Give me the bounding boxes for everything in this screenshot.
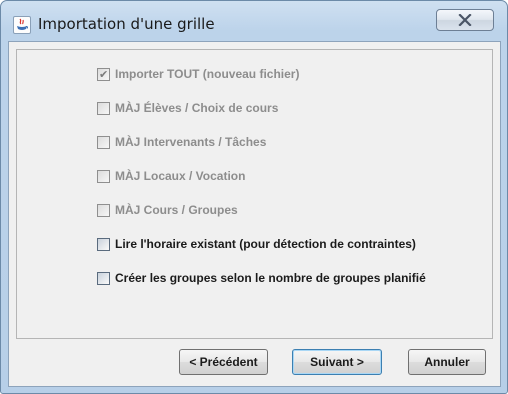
option-label: MÀJ Intervenants / Tâches [115,135,267,149]
option-label[interactable]: Lire l'horaire existant (pour détection … [115,237,416,251]
checkbox-update-students [97,101,110,115]
option-label[interactable]: Créer les groupes selon le nombre de gro… [115,271,426,285]
checkbox-import-all: ✔ [97,67,110,81]
option-label: MÀJ Élèves / Choix de cours [115,101,279,115]
title-bar[interactable]: Importation d'une grille [1,1,507,41]
cancel-button[interactable]: Annuler [408,349,486,375]
option-update-staff: MÀJ Intervenants / Tâches [97,133,266,151]
option-read-schedule[interactable]: Lire l'horaire existant (pour détection … [97,235,416,253]
previous-button[interactable]: < Précédent [179,349,268,375]
next-button[interactable]: Suivant > [292,349,382,375]
checkbox-update-rooms [97,169,110,183]
option-update-courses: MÀJ Cours / Groupes [97,201,238,219]
option-create-groups[interactable]: Créer les groupes selon le nombre de gro… [97,269,426,287]
checkbox-update-staff [97,135,110,149]
check-icon: ✔ [99,67,109,81]
java-icon [13,16,31,34]
option-label: MÀJ Cours / Groupes [115,203,238,217]
options-panel: ✔ Importer TOUT (nouveau fichier) MÀJ Él… [16,49,493,339]
close-icon [458,14,472,26]
close-button[interactable] [436,9,494,31]
option-import-all: ✔ Importer TOUT (nouveau fichier) [97,65,299,83]
dialog-window: Importation d'une grille ✔ Importer TOUT… [0,0,508,394]
dialog-content: ✔ Importer TOUT (nouveau fichier) MÀJ Él… [8,41,501,387]
checkbox-create-groups[interactable] [97,271,110,285]
option-label: Importer TOUT (nouveau fichier) [115,67,300,81]
option-update-rooms: MÀJ Locaux / Vocation [97,167,245,185]
checkbox-update-courses [97,203,110,217]
option-update-students: MÀJ Élèves / Choix de cours [97,99,278,117]
window-title: Importation d'une grille [38,15,215,33]
option-label: MÀJ Locaux / Vocation [115,169,246,183]
checkbox-read-schedule[interactable] [97,237,110,251]
